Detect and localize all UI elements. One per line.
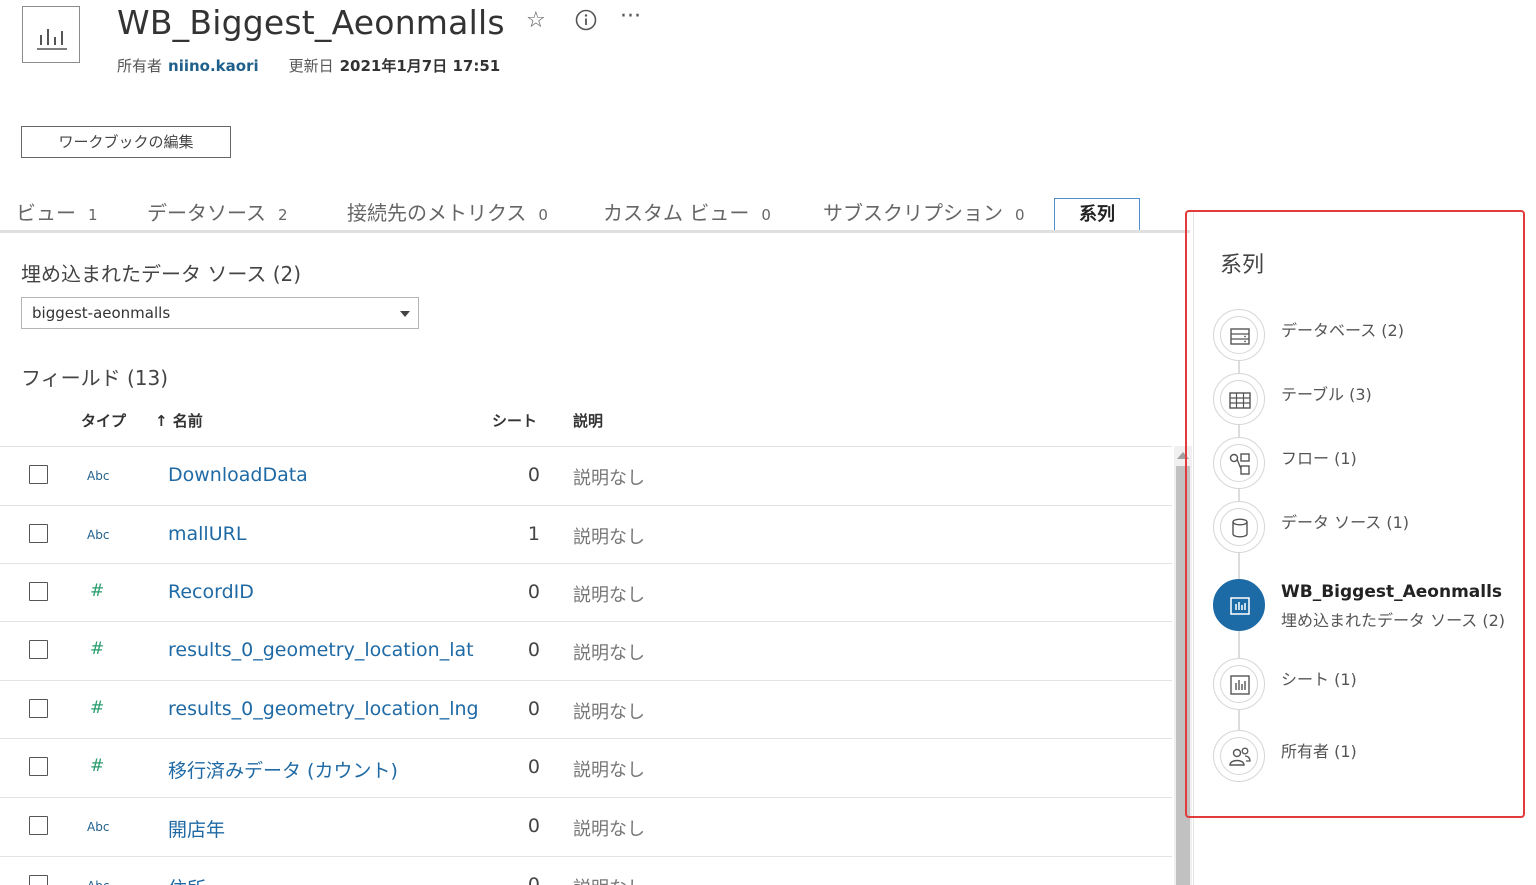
field-name[interactable]: RecordID xyxy=(168,581,254,603)
updated-value: 2021年1月7日 17:51 xyxy=(339,57,501,75)
field-sheet-count: 0 xyxy=(527,815,540,837)
field-description: 説明なし xyxy=(573,874,645,885)
field-sheet-count: 0 xyxy=(527,464,540,486)
field-sheet-count: 0 xyxy=(527,874,540,885)
sheet-icon xyxy=(1230,675,1250,695)
chevron-down-icon xyxy=(400,311,410,317)
field-sheet-count: 0 xyxy=(527,639,540,661)
string-type-icon: Abc xyxy=(87,469,110,483)
row-checkbox[interactable] xyxy=(29,757,48,776)
info-icon[interactable] xyxy=(575,9,597,38)
lineage-node-active[interactable] xyxy=(1213,579,1265,631)
lineage-title: 系列 xyxy=(1220,253,1265,278)
column-header-name[interactable]: ↑ 名前 xyxy=(155,410,203,431)
lineage-node[interactable] xyxy=(1213,501,1265,553)
row-checkbox[interactable] xyxy=(29,524,48,543)
owner-link[interactable]: niino.kaori xyxy=(168,57,259,75)
string-type-icon: Abc xyxy=(87,820,110,834)
row-checkbox[interactable] xyxy=(29,582,48,601)
tab-views[interactable]: ビュー 1 xyxy=(16,197,98,226)
number-type-icon: # xyxy=(90,756,105,776)
column-header-type[interactable]: タイプ xyxy=(81,410,126,431)
lineage-node[interactable] xyxy=(1213,373,1265,425)
field-sheet-count: 0 xyxy=(527,581,540,603)
star-icon[interactable]: ☆ xyxy=(526,8,546,34)
field-description: 説明なし xyxy=(573,702,645,723)
embedded-datasources-heading: 埋め込まれたデータ ソース (2) xyxy=(21,262,302,286)
edit-workbook-button[interactable]: ワークブックの編集 xyxy=(21,126,231,158)
table-row: Abc 開店年 0 説明なし xyxy=(0,797,1172,855)
row-checkbox[interactable] xyxy=(29,699,48,718)
tab-divider xyxy=(0,230,1190,233)
field-description: 説明なし xyxy=(573,819,645,840)
updated-label: 更新日 xyxy=(288,57,334,75)
tab-subscriptions[interactable]: サブスクリプション 0 xyxy=(823,197,1025,226)
column-header-description[interactable]: 説明 xyxy=(573,410,603,431)
field-description: 説明なし xyxy=(573,585,645,606)
number-type-icon: # xyxy=(90,698,105,718)
datasource-icon xyxy=(1232,518,1248,538)
workbook-icon xyxy=(1230,597,1250,615)
number-type-icon: # xyxy=(90,639,105,659)
field-name[interactable]: DownloadData xyxy=(168,464,308,486)
field-sheet-count: 0 xyxy=(527,756,540,778)
field-description: 説明なし xyxy=(573,760,645,781)
row-checkbox[interactable] xyxy=(29,816,48,835)
tab-lineage[interactable]: 系列 xyxy=(1054,198,1140,233)
field-name[interactable]: mallURL xyxy=(168,523,246,545)
lineage-item-label[interactable]: 所有者 (1) xyxy=(1281,738,1357,762)
lineage-item-label[interactable]: シート (1) xyxy=(1281,666,1357,690)
datasource-select-value: biggest-aeonmalls xyxy=(32,304,171,322)
string-type-icon: Abc xyxy=(87,528,110,542)
owner-icon xyxy=(1229,747,1251,766)
field-sheet-count: 0 xyxy=(527,698,540,720)
more-icon[interactable]: ··· xyxy=(620,4,641,30)
field-name[interactable]: 移行済みデータ (カウント) xyxy=(168,756,398,783)
field-description: 説明なし xyxy=(573,527,645,548)
row-checkbox[interactable] xyxy=(29,465,48,484)
lineage-item-label[interactable]: フロー (1) xyxy=(1281,445,1357,469)
lineage-node[interactable] xyxy=(1213,730,1265,782)
lineage-item-sublabel: 埋め込まれたデータ ソース (2) xyxy=(1281,611,1506,630)
table-row: Abc mallURL 1 説明なし xyxy=(0,505,1172,563)
lineage-node[interactable] xyxy=(1213,658,1265,710)
row-checkbox[interactable] xyxy=(29,875,48,885)
field-name[interactable]: 開店年 xyxy=(168,815,225,842)
flow-icon xyxy=(1229,453,1250,475)
table-row: # 移行済みデータ (カウント) 0 説明なし xyxy=(0,738,1172,796)
field-description: 説明なし xyxy=(573,468,645,489)
field-name[interactable]: results_0_geometry_location_lng xyxy=(168,698,479,720)
field-description: 説明なし xyxy=(573,643,645,664)
workbook-meta: 所有者 niino.kaori 更新日 2021年1月7日 17:51 xyxy=(117,55,500,76)
fields-heading: フィールド (13) xyxy=(21,366,169,390)
table-row: Abc DownloadData 0 説明なし xyxy=(0,446,1172,504)
string-type-icon: Abc xyxy=(87,879,109,885)
lineage-node[interactable] xyxy=(1213,309,1265,361)
number-type-icon: # xyxy=(90,581,105,601)
lineage-item-label[interactable]: WB_Biggest_Aeonmalls xyxy=(1281,582,1502,602)
database-icon xyxy=(1230,328,1250,345)
lineage-item-label[interactable]: テーブル (3) xyxy=(1281,381,1372,405)
table-row: # results_0_geometry_location_lng 0 説明なし xyxy=(0,680,1172,738)
lineage-node[interactable] xyxy=(1213,437,1265,489)
table-row: # RecordID 0 説明なし xyxy=(0,563,1172,621)
tab-connected-metrics[interactable]: 接続先のメトリクス 0 xyxy=(347,197,548,226)
table-row: Abc 住所 0 説明なし xyxy=(0,856,1172,885)
page-title: WB_Biggest_Aeonmalls xyxy=(117,3,505,42)
table-icon xyxy=(1229,392,1251,409)
tab-custom-views[interactable]: カスタム ビュー 0 xyxy=(603,197,771,226)
owner-label: 所有者 xyxy=(117,57,163,75)
field-name[interactable]: 住所 xyxy=(168,874,206,885)
workbook-icon xyxy=(22,6,80,63)
field-name[interactable]: results_0_geometry_location_lat xyxy=(168,639,474,661)
lineage-item-label[interactable]: データ ソース (1) xyxy=(1281,509,1409,533)
row-checkbox[interactable] xyxy=(29,640,48,659)
datasource-select[interactable]: biggest-aeonmalls xyxy=(21,297,419,329)
lineage-item-label[interactable]: データベース (2) xyxy=(1281,317,1404,341)
tab-data-sources[interactable]: データソース 2 xyxy=(147,197,288,226)
column-header-sheets[interactable]: シート xyxy=(492,410,537,431)
table-row: # results_0_geometry_location_lat 0 説明なし xyxy=(0,621,1172,679)
field-sheet-count: 1 xyxy=(527,523,540,545)
